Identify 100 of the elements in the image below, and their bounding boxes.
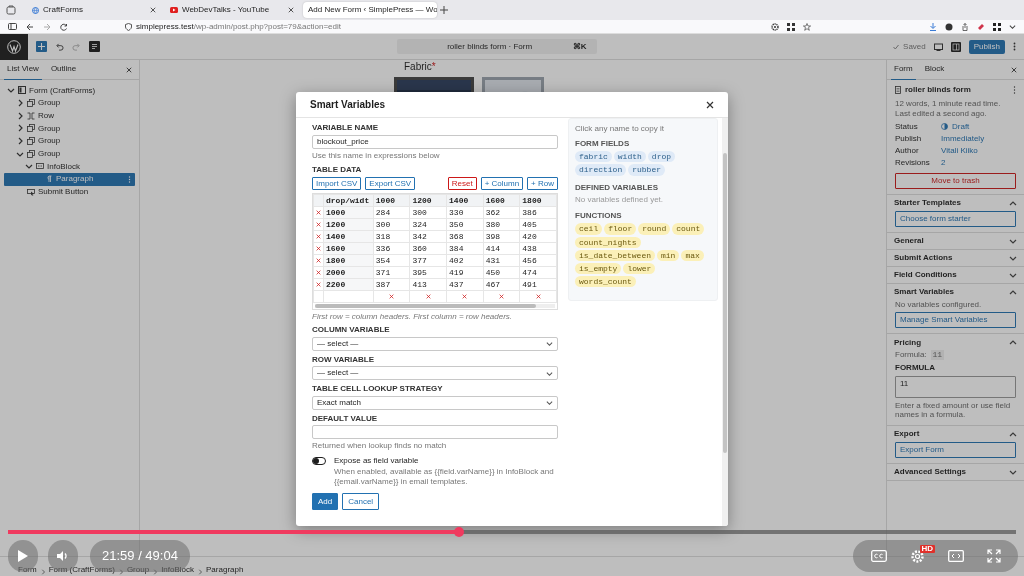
function-chip[interactable]: lower [623, 262, 656, 275]
function-chip[interactable]: max [681, 249, 704, 261]
browser-tab[interactable]: Add New Form ‹ SimplePress — Wo [303, 2, 437, 18]
delete-icon[interactable] [535, 294, 541, 300]
field-chip[interactable]: rubber [628, 164, 666, 176]
table-button[interactable]: + Row [527, 176, 558, 191]
panel-tab[interactable]: Block [921, 60, 948, 80]
chevron-icon[interactable] [16, 99, 24, 108]
tree-item[interactable]: Group [4, 147, 135, 161]
fullscreen-icon[interactable] [986, 549, 1001, 563]
toggle-switch[interactable] [312, 456, 326, 465]
select-field[interactable]: Exact match [312, 395, 558, 410]
function-chip[interactable]: floor [604, 223, 637, 235]
list-view-icon[interactable] [89, 41, 100, 52]
more-icon[interactable] [128, 175, 131, 183]
play-button[interactable] [8, 540, 38, 572]
function-chip[interactable]: ceil [575, 223, 603, 235]
default-value-field[interactable] [312, 425, 558, 440]
chevron-icon[interactable] [16, 137, 24, 146]
close-icon[interactable] [288, 7, 294, 13]
breadcrumb-link[interactable]: Form [18, 565, 37, 575]
chevron-icon[interactable] [7, 86, 15, 95]
preview-icon[interactable] [933, 42, 943, 51]
delete-icon[interactable] [316, 234, 321, 240]
download-icon[interactable] [929, 22, 937, 31]
section-button[interactable]: Manage Smart Variables [895, 312, 1016, 329]
more-icon[interactable] [1013, 85, 1016, 94]
meta-link[interactable]: Vitali Kiiko [941, 146, 978, 156]
section-button[interactable]: Choose form starter [895, 210, 1016, 227]
undo-icon[interactable] [55, 42, 64, 51]
url-field[interactable]: simplepress.test/wp-admin/post.php?post=79&action=edit [136, 21, 341, 32]
gear-icon[interactable] [771, 22, 779, 31]
command-bar[interactable]: roller blinds form · Form ⌘K [396, 39, 597, 54]
delete-icon[interactable] [316, 210, 321, 216]
close-icon[interactable] [126, 66, 132, 73]
table-button[interactable]: + Column [480, 176, 524, 191]
panel-tab[interactable]: List View [4, 59, 42, 80]
chevron-icon[interactable] [25, 162, 33, 171]
function-chip[interactable]: min [657, 249, 680, 261]
function-chip[interactable]: words_count [575, 276, 636, 288]
theater-icon[interactable] [947, 550, 964, 562]
delete-icon[interactable] [316, 270, 321, 276]
select-field[interactable]: — select — [312, 336, 558, 351]
variable-name-field[interactable]: blockout_price [312, 134, 558, 149]
field-chip[interactable]: fabric [575, 151, 612, 163]
delete-icon[interactable] [425, 294, 431, 300]
tree-item[interactable]: Group [4, 96, 135, 110]
browser-tab[interactable]: WebDevTalks - YouTube [165, 2, 299, 18]
progress-thumb[interactable] [453, 527, 464, 537]
table-button[interactable]: Import CSV [312, 176, 362, 191]
close-icon[interactable] [150, 7, 156, 13]
meta-link[interactable]: Draft [952, 122, 970, 132]
add-button[interactable]: Add [312, 492, 339, 511]
chevron-icon[interactable] [1009, 23, 1016, 30]
more-icon[interactable] [1013, 42, 1016, 51]
logo-icon[interactable] [7, 39, 21, 54]
tree-item[interactable]: InfoBlock [4, 160, 135, 173]
publish-button[interactable]: Publish [968, 39, 1005, 54]
delete-icon[interactable] [316, 222, 321, 228]
grid-icon[interactable] [993, 22, 1001, 31]
reload-icon[interactable] [60, 22, 68, 31]
close-icon[interactable] [706, 100, 714, 109]
tree-item[interactable]: Row [4, 109, 135, 123]
circle-icon[interactable] [945, 22, 953, 31]
delete-icon[interactable] [316, 282, 321, 288]
star-icon[interactable] [803, 22, 811, 31]
share-icon[interactable] [961, 22, 969, 31]
settings-icon[interactable] [950, 41, 961, 52]
function-chip[interactable]: count [672, 223, 705, 235]
delete-icon[interactable] [462, 294, 468, 300]
delete-icon[interactable] [316, 246, 321, 252]
function-chip[interactable]: round [638, 223, 671, 235]
meta-link[interactable]: 2 [941, 158, 946, 168]
function-chip[interactable]: is_empty [575, 262, 622, 275]
tab-overview-icon[interactable] [6, 5, 16, 15]
chevron-icon[interactable] [546, 369, 553, 377]
tree-item[interactable]: Group [4, 134, 135, 148]
tree-item[interactable]: Group [4, 122, 135, 135]
sidebar-icon[interactable] [8, 23, 17, 30]
tree-item[interactable]: Form (CraftForms) [4, 84, 135, 97]
field-chip[interactable]: width [613, 151, 646, 163]
chevron-icon[interactable] [546, 399, 553, 407]
delete-icon[interactable] [316, 258, 321, 264]
chevron-icon[interactable] [16, 124, 24, 133]
chevron-icon[interactable] [16, 111, 24, 120]
panel-tab[interactable]: Outline [47, 59, 80, 80]
meta-link[interactable]: Immediately [941, 134, 985, 144]
table-button[interactable]: Reset [447, 176, 477, 191]
captions-icon[interactable] [870, 550, 887, 562]
chevron-icon[interactable] [546, 340, 553, 348]
field-chip[interactable]: drop [647, 151, 676, 163]
panel-tab[interactable]: Form [891, 60, 916, 80]
function-chip[interactable]: count_nights [575, 236, 641, 248]
tree-item[interactable]: Submit Button [4, 185, 135, 199]
select-field[interactable]: — select — [312, 366, 558, 381]
back-icon[interactable] [26, 22, 34, 31]
cancel-button[interactable]: Cancel [342, 492, 380, 511]
close-icon[interactable] [1011, 66, 1017, 73]
trash-button[interactable]: Move to trash [895, 172, 1016, 189]
delete-icon[interactable] [499, 294, 504, 300]
